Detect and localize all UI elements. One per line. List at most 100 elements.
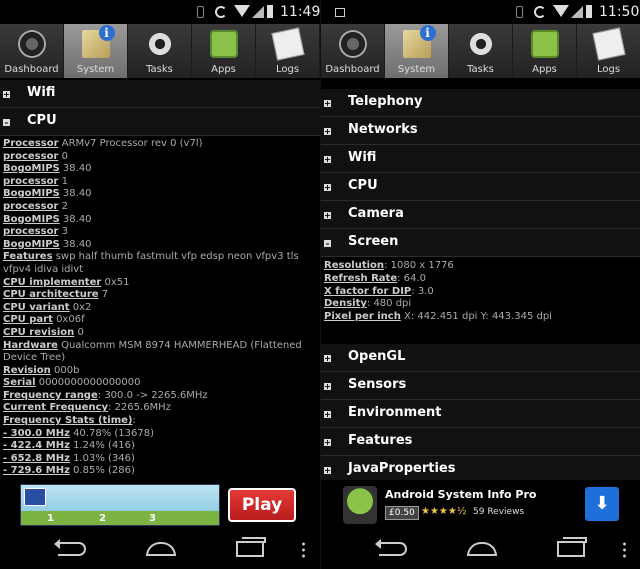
tab-logs[interactable]: Logs [577,24,640,78]
section-title: Wifi [348,150,377,165]
info-value: 38.40 [59,213,92,225]
info-row: Features swp half thumb fastmult vfp eds… [3,251,317,276]
info-row: processor 2 [3,201,317,214]
tab-dashboard[interactable]: Dashboard [0,24,64,78]
battery-icon [586,5,592,18]
ad-app-name[interactable]: Android System Info Pro [385,488,536,501]
menu-icon[interactable] [302,541,305,558]
system-info-list[interactable]: + Telephony + Networks + Wifi + CPU + Camera – Scre… [321,80,640,480]
ad-banner[interactable]: Android System Info Pro £0.50 ★★★★½ 59 R… [321,482,640,528]
tab-apps[interactable]: Apps [513,24,577,78]
section-row[interactable]: + Networks [321,117,640,145]
ad-banner[interactable]: 1 2 3 Play [0,482,320,528]
recent-apps-icon[interactable] [557,537,587,557]
menu-icon[interactable] [623,541,626,558]
ad-level-number: 2 [99,513,106,524]
section-row[interactable]: + Environment [321,399,640,428]
info-row: Refresh Rate: 64.0 [324,273,638,286]
info-value: ARMv7 Processor rev 0 (v7l) [58,138,203,149]
info-value: 1.03% (346) [69,452,135,464]
tab-system[interactable]: System [64,24,128,78]
status-bar: 11:50 [321,0,640,24]
info-key: Revision [3,364,51,376]
tab-logs[interactable]: Logs [256,24,320,78]
section-row[interactable]: + Telephony [321,89,640,117]
section-title: CPU [348,178,378,193]
info-row: Processor ARMv7 Processor rev 0 (v7l) [3,138,317,151]
info-value: 40.78% (13678) [69,427,154,439]
info-value: 1 [58,175,68,187]
tab-label: Dashboard [4,64,59,75]
recent-apps-icon[interactable] [236,537,266,557]
play-button[interactable]: Play [228,488,296,522]
home-icon[interactable] [146,542,176,556]
wifi-icon [234,5,250,17]
info-row: Hardware Qualcomm MSM 8974 HAMMERHEAD (F… [3,340,317,365]
section-row[interactable]: + JavaProperties [321,455,640,480]
section-cpu[interactable]: – CPU [0,108,320,136]
info-key: BogoMIPS [3,213,60,225]
info-value: 0000000000000000 [35,377,141,389]
section-title: CPU [27,113,57,128]
info-row: Current Frequency: 2265.6MHz [3,402,317,415]
expand-icon: + [324,211,331,220]
game-ad-image[interactable]: 1 2 3 [20,484,220,526]
section-title: JavaProperties [348,460,456,476]
section-title: Camera [348,206,404,221]
section-row[interactable]: + CPU [321,173,640,201]
info-key: processor [3,150,59,162]
expand-icon: + [324,409,331,419]
section-row[interactable]: – Screen [321,229,640,257]
section-row[interactable]: + Camera [321,201,640,229]
expand-icon: + [3,90,10,99]
ad-price: £0.50 [385,506,419,520]
status-time: 11:49 [280,4,320,20]
dashboard-icon [17,30,46,58]
info-key: - 422.4 MHz [3,440,70,452]
back-icon[interactable] [375,539,407,556]
info-key: Frequency range [3,389,98,401]
info-row: BogoMIPS 38.40 [3,163,317,176]
info-key: Density [324,298,367,310]
info-key: processor [3,200,59,212]
expand-icon: + [324,155,331,164]
back-icon[interactable] [54,539,86,556]
tab-apps[interactable]: Apps [192,24,256,78]
tab-system[interactable]: System [385,24,449,78]
tab-label: Apps [211,64,236,75]
bluetooth-icon [516,6,523,18]
tab-label: Dashboard [325,64,380,75]
android-icon [530,30,559,58]
download-button[interactable]: ⬇ [585,487,619,521]
info-row: processor 0 [3,151,317,164]
info-row: - 422.4 MHz 1.24% (416) [3,440,317,453]
section-row[interactable]: + Wifi [321,145,640,173]
info-row: Density: 480 dpi [324,298,638,311]
info-key: CPU variant [3,301,70,313]
android-icon [209,30,238,58]
tab-tasks[interactable]: Tasks [449,24,513,78]
tab-dashboard[interactable]: Dashboard [321,24,385,78]
section-title: OpenGL [348,348,406,364]
info-value: 0.85% (286) [69,465,135,477]
home-icon[interactable] [467,542,497,556]
dashboard-icon [338,30,367,58]
info-key: Frequency Stats (time) [3,415,133,427]
info-value: 38.40 [59,238,92,250]
left-screen: 11:49 Dashboard System Tasks Apps Logs [0,0,320,569]
info-value: 3 [58,226,68,238]
info-row: CPU architecture 7 [3,289,317,302]
info-value: X: 442.451 dpi Y: 443.345 dpi [400,311,552,323]
tab-bar: Dashboard System Tasks Apps Logs [0,24,320,78]
app-icon[interactable] [343,486,377,524]
game-logo-icon [24,488,46,506]
bluetooth-icon [197,6,204,18]
section-row[interactable]: + Features [321,427,640,456]
tab-tasks[interactable]: Tasks [128,24,192,78]
section-wifi[interactable]: + Wifi [0,80,320,108]
info-key: CPU architecture [3,289,99,301]
info-row: X factor for DIP: 3.0 [324,286,638,299]
section-row[interactable]: + Sensors [321,371,640,400]
system-info-list[interactable]: + Wifi – CPU Processor ARMv7 Processor r… [0,80,320,480]
section-row[interactable]: + OpenGL [321,343,640,372]
